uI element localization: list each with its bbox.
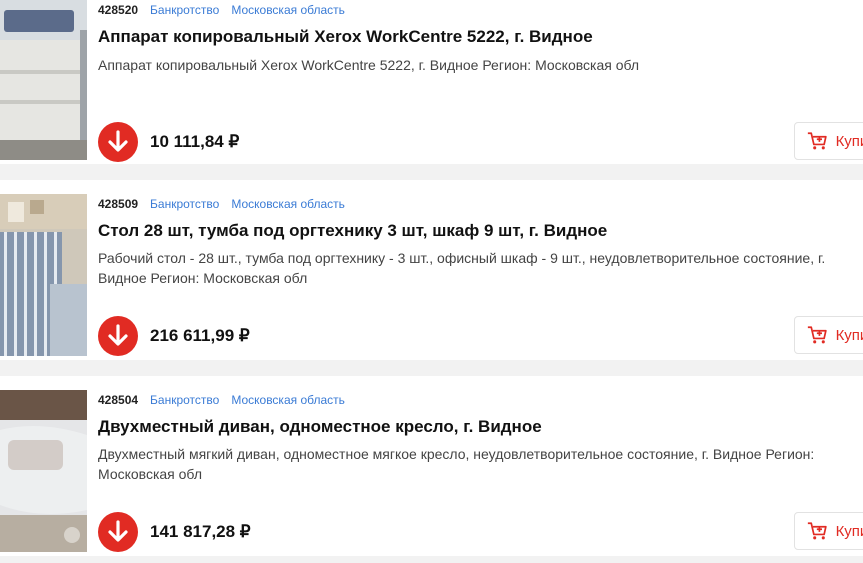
lot-description: Рабочий стол - 28 шт., тумба под оргтехн…: [98, 248, 863, 288]
category-link[interactable]: Банкротство: [150, 393, 219, 407]
description-line: Двухместный мягкий диван, одноместное мя…: [98, 446, 815, 462]
region-link[interactable]: Московская область: [231, 197, 345, 211]
region-link[interactable]: Московская область: [231, 393, 345, 407]
sofa-photo: [0, 390, 87, 552]
lot-card[interactable]: 428520 Банкротство Московская область Ап…: [0, 0, 863, 164]
arrow-down-icon: [108, 324, 128, 346]
copier-photo: [0, 0, 87, 160]
lot-description: Двухместный мягкий диван, одноместное мя…: [98, 444, 863, 484]
buy-button-label: Купить: [835, 326, 863, 344]
buy-button[interactable]: Купить: [794, 316, 863, 354]
price-down-button[interactable]: [98, 512, 138, 552]
description-line: Аппарат копировальный Xerox WorkCentre 5…: [98, 57, 640, 73]
lot-card[interactable]: 428509 Банкротство Московская область Ст…: [0, 180, 863, 360]
lot-thumbnail[interactable]: [0, 390, 87, 552]
lot-price: 216 611,99 ₽: [150, 326, 250, 345]
description-line: Московская обл: [98, 466, 202, 482]
lot-number: 428509: [98, 197, 139, 211]
category-link[interactable]: Банкротство: [150, 197, 219, 211]
lot-meta: 428504 Банкротство Московская область: [98, 392, 345, 408]
lot-thumbnail[interactable]: [0, 194, 87, 356]
office-furniture-photo: [0, 194, 87, 356]
buy-button[interactable]: Купить: [794, 512, 863, 550]
price-down-button[interactable]: [98, 122, 138, 162]
cart-plus-icon: [807, 132, 827, 150]
lot-list: 428520 Банкротство Московская область Ап…: [0, 0, 863, 563]
cart-plus-icon: [807, 326, 827, 344]
lot-number: 428504: [98, 393, 139, 407]
lot-title[interactable]: Стол 28 шт, тумба под оргтехнику 3 шт, ш…: [98, 221, 863, 241]
buy-button[interactable]: Купить: [794, 122, 863, 160]
lot-title[interactable]: Двухместный диван, одноместное кресло, г…: [98, 417, 863, 437]
lot-price: 141 817,28 ₽: [150, 522, 251, 541]
cart-plus-icon: [807, 522, 827, 540]
description-line: Видное Регион: Московская обл: [98, 270, 308, 286]
lot-number: 428520: [98, 3, 139, 17]
price-down-button[interactable]: [98, 316, 138, 356]
lot-description: Аппарат копировальный Xerox WorkCentre 5…: [98, 55, 863, 75]
buy-button-label: Купить: [835, 522, 863, 540]
arrow-down-icon: [108, 130, 128, 152]
buy-button-label: Купить: [835, 132, 863, 150]
lot-price: 10 111,84 ₽: [150, 132, 240, 151]
lot-thumbnail[interactable]: [0, 0, 87, 160]
lot-meta: 428509 Банкротство Московская область: [98, 196, 345, 212]
arrow-down-icon: [108, 520, 128, 542]
category-link[interactable]: Банкротство: [150, 3, 219, 17]
description-line: Рабочий стол - 28 шт., тумба под оргтехн…: [98, 250, 826, 266]
lot-title[interactable]: Аппарат копировальный Xerox WorkCentre 5…: [98, 27, 863, 47]
lot-card[interactable]: 428504 Банкротство Московская область Дв…: [0, 376, 863, 556]
region-link[interactable]: Московская область: [231, 3, 345, 17]
lot-meta: 428520 Банкротство Московская область: [98, 2, 345, 18]
